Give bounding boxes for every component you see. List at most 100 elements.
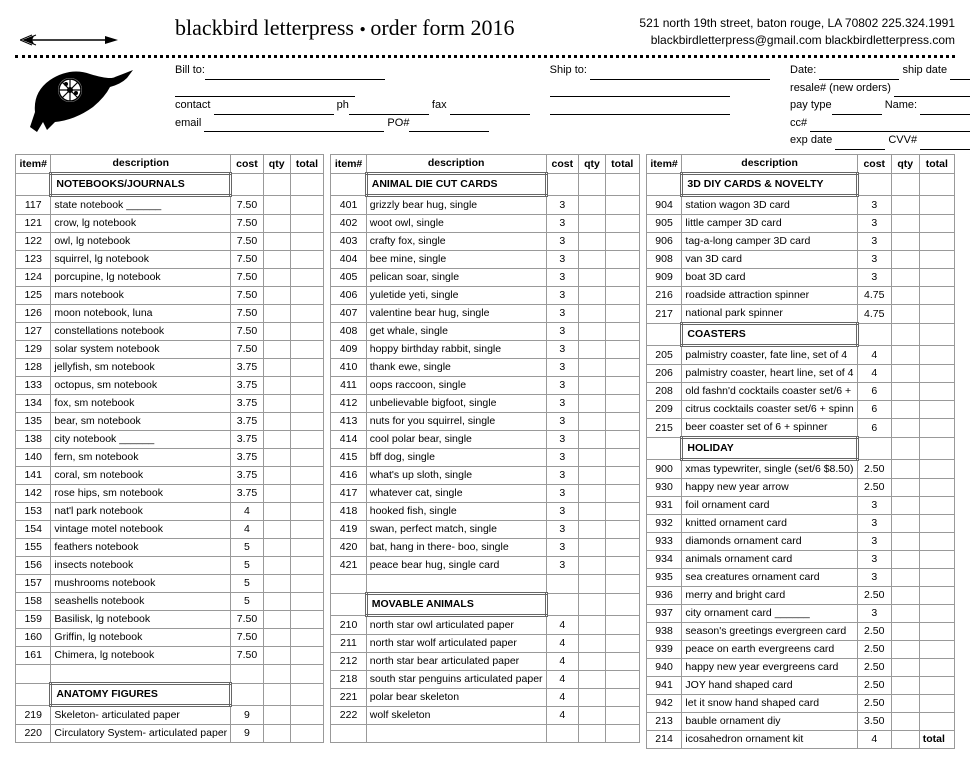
cell-qty[interactable] [579,574,606,593]
cell-qty[interactable] [579,394,606,412]
cell-total[interactable] [919,496,954,514]
cell-qty[interactable] [891,268,919,286]
cell-qty[interactable] [263,232,290,250]
cell-total[interactable] [605,593,639,615]
cell-total[interactable] [290,484,324,502]
cell-qty[interactable] [579,538,606,556]
cell-total[interactable] [290,664,324,683]
cell-total[interactable] [290,556,324,574]
cell-qty[interactable] [263,340,290,358]
cell-total[interactable] [290,214,324,232]
cell-total[interactable] [605,430,639,448]
cell-qty[interactable] [263,502,290,520]
cell-qty[interactable] [263,538,290,556]
cell-total[interactable] [605,448,639,466]
cell-qty[interactable] [263,683,290,705]
cell-qty[interactable] [891,232,919,250]
cell-total[interactable] [605,538,639,556]
cell-total[interactable] [290,304,324,322]
cell-qty[interactable] [891,496,919,514]
cell-total[interactable] [290,412,324,430]
cell-total[interactable] [290,268,324,286]
cell-total[interactable] [290,358,324,376]
cell-qty[interactable] [579,430,606,448]
cell-total[interactable] [290,376,324,394]
cell-total[interactable] [290,705,324,724]
cell-total[interactable] [919,286,954,304]
cell-qty[interactable] [263,664,290,683]
cell-qty[interactable] [263,520,290,538]
cell-qty[interactable] [579,520,606,538]
cell-qty[interactable] [579,724,606,742]
cell-qty[interactable] [891,586,919,604]
cc-input[interactable] [810,119,970,132]
cell-total[interactable] [919,604,954,622]
cell-qty[interactable] [891,286,919,304]
cell-total[interactable] [290,232,324,250]
cell-qty[interactable] [263,214,290,232]
cell-total[interactable] [919,173,954,195]
cell-total[interactable] [605,706,639,724]
cell-qty[interactable] [579,484,606,502]
cell-qty[interactable] [263,322,290,340]
cell-qty[interactable] [263,574,290,592]
cell-total[interactable] [919,232,954,250]
cell-total[interactable] [919,712,954,730]
cell-qty[interactable] [579,304,606,322]
cell-qty[interactable] [579,195,606,214]
cell-total[interactable] [605,615,639,634]
cell-total[interactable] [919,214,954,232]
cell-total[interactable] [290,592,324,610]
cell-total[interactable] [919,568,954,586]
cell-qty[interactable] [579,448,606,466]
cell-total[interactable] [919,478,954,496]
cell-qty[interactable] [891,304,919,323]
cell-total[interactable] [919,658,954,676]
cell-total[interactable] [919,345,954,364]
bill-to-input-2[interactable] [175,84,355,97]
cell-total[interactable] [290,610,324,628]
cell-total[interactable] [290,538,324,556]
cell-total[interactable] [605,376,639,394]
cell-qty[interactable] [891,364,919,382]
cell-total[interactable] [605,232,639,250]
cell-qty[interactable] [579,214,606,232]
cell-qty[interactable] [263,358,290,376]
cell-qty[interactable] [891,712,919,730]
cell-qty[interactable] [891,514,919,532]
cell-total[interactable] [605,286,639,304]
cell-qty[interactable] [263,173,290,195]
cell-total[interactable] [919,400,954,418]
bill-to-input[interactable] [205,67,385,80]
cell-total[interactable] [919,694,954,712]
cell-total[interactable] [605,670,639,688]
cell-qty[interactable] [263,592,290,610]
cell-qty[interactable] [579,556,606,574]
cell-total[interactable] [605,634,639,652]
cell-total[interactable] [290,502,324,520]
ship-to-input[interactable] [590,67,770,80]
contact-input[interactable] [214,102,334,115]
cell-qty[interactable] [579,670,606,688]
cell-total[interactable] [290,646,324,664]
cell-total[interactable] [605,724,639,742]
cell-total[interactable] [290,628,324,646]
cell-qty[interactable] [891,418,919,437]
cell-qty[interactable] [579,502,606,520]
cell-qty[interactable] [891,323,919,345]
ship-date-input[interactable] [950,67,970,80]
cell-qty[interactable] [891,195,919,214]
cell-qty[interactable] [263,448,290,466]
cell-qty[interactable] [263,646,290,664]
cell-total[interactable] [605,195,639,214]
cell-total[interactable] [605,484,639,502]
cell-total[interactable] [605,652,639,670]
cell-total[interactable] [919,195,954,214]
cell-qty[interactable] [263,376,290,394]
cell-qty[interactable] [891,604,919,622]
cell-qty[interactable] [891,345,919,364]
cell-total[interactable] [290,195,324,214]
cell-qty[interactable] [891,173,919,195]
cell-qty[interactable] [263,724,290,742]
cell-qty[interactable] [579,268,606,286]
